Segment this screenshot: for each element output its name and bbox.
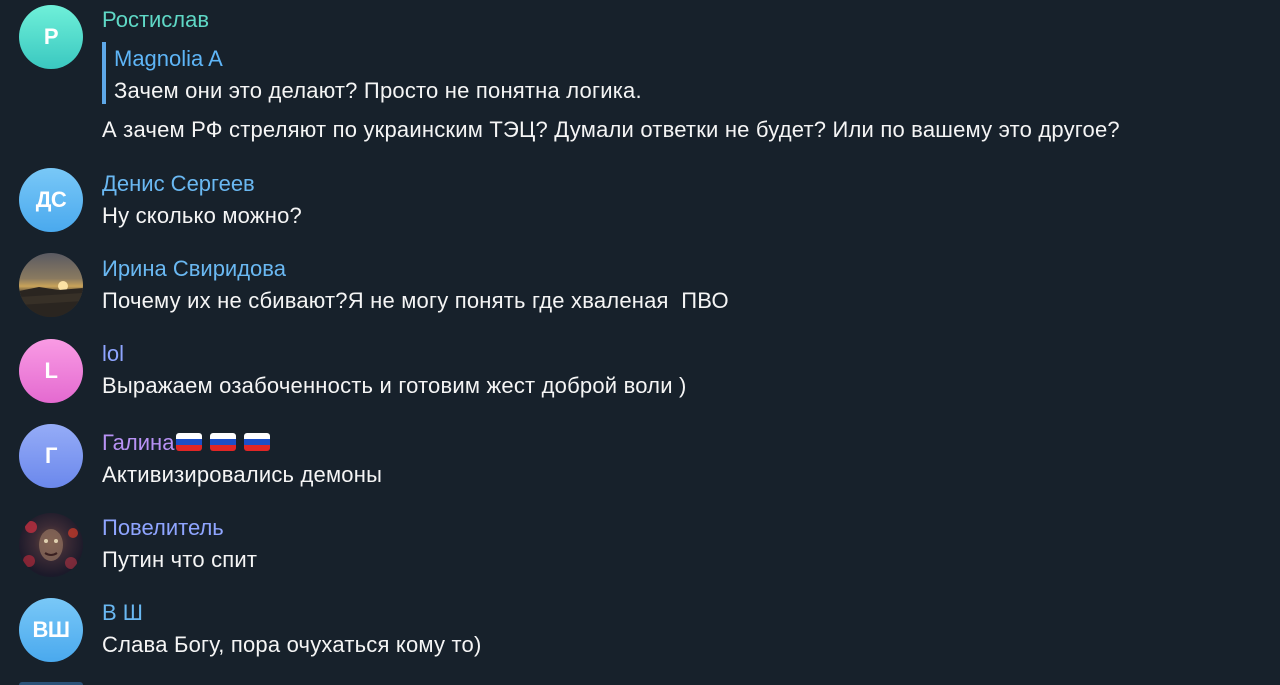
avatar[interactable]: ДС [19,168,83,232]
message-text: Ну сколько можно? [102,203,302,228]
chat-history: Р Ростислав Magnolia A Зачем они это дел… [0,0,1280,685]
message-text: Почему их не сбивают?Я не могу понять гд… [102,288,729,313]
reply-quote[interactable]: Magnolia A Зачем они это делают? Просто … [102,42,642,104]
sender-name[interactable]: Повелитель [102,515,224,541]
russian-flag-icon [210,433,237,451]
avatar[interactable]: Г [19,424,83,488]
sender-name[interactable]: Ростислав [102,7,209,33]
sunset-photo-icon [19,281,83,317]
reply-text: Зачем они это делают? Просто не понятна … [114,78,642,103]
avatar-initials: L [44,358,58,383]
sender-name[interactable]: В Ш [102,600,143,626]
artwork-photo-icon [23,521,78,569]
avatar[interactable] [19,253,83,317]
message-text: Путин что спит [102,547,258,572]
russian-flag-icon [176,433,203,451]
avatar-initials: Р [43,24,59,49]
avatar[interactable]: ВШ [19,598,83,662]
avatar-initials: ДС [35,187,67,212]
avatar[interactable]: L [19,339,83,403]
message-text: А зачем РФ стреляют по украинским ТЭЦ? Д… [102,117,1120,142]
message-text: Активизировались демоны [102,462,383,487]
avatar-initials: Г [45,443,57,468]
avatar[interactable] [19,513,83,577]
message-text: Выражаем озабоченность и готовим жест до… [102,373,687,398]
sender-name[interactable]: Галина [102,430,271,456]
reply-sender-name: Magnolia A [114,46,223,71]
avatar-initials: ВШ [32,617,71,642]
avatar[interactable]: Р [19,5,83,69]
sender-name[interactable]: lol [102,341,124,367]
message-text: Слава Богу, пора очухаться кому то) [102,632,482,657]
russian-flag-icon [244,433,271,451]
sender-name[interactable]: Ирина Свиридова [102,256,286,282]
sender-name-text: Галина [102,430,175,455]
sender-name[interactable]: Денис Сергеев [102,171,255,197]
